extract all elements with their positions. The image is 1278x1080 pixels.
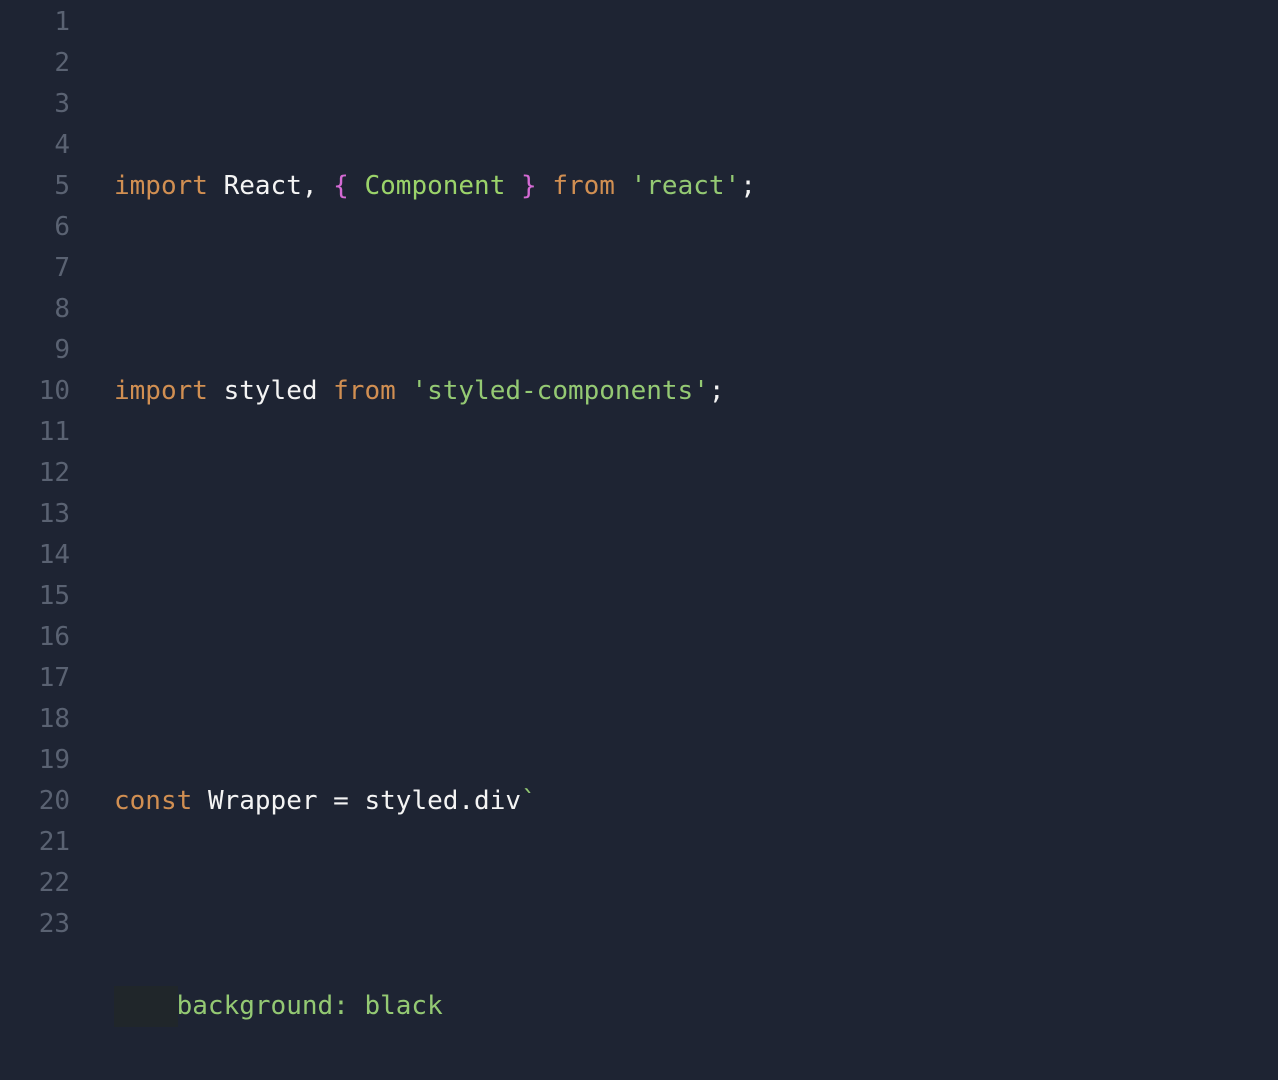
line-number: 10 [0, 371, 90, 412]
string-literal: 'styled-components' [411, 376, 708, 406]
code-line[interactable]: background: black [114, 986, 1278, 1027]
line-number-gutter: 1234567891011121314151617181920212223 [0, 0, 90, 1080]
template-string: background: black [177, 991, 443, 1021]
line-number: 8 [0, 289, 90, 330]
backtick: ` [521, 786, 537, 816]
line-number: 19 [0, 740, 90, 781]
code-area[interactable]: import React, { Component } from 'react'… [90, 0, 1278, 1080]
identifier: Wrapper [208, 786, 318, 816]
brace-close: } [505, 171, 536, 201]
line-number: 15 [0, 576, 90, 617]
line-number: 16 [0, 617, 90, 658]
identifier-component: Component [364, 171, 505, 201]
line-number: 12 [0, 453, 90, 494]
code-line[interactable]: import React, { Component } from 'react'… [114, 166, 1278, 207]
code-editor[interactable]: 1234567891011121314151617181920212223 im… [0, 0, 1278, 1080]
line-number: 9 [0, 330, 90, 371]
string-literal: 'react' [631, 171, 741, 201]
brace-open: { [333, 171, 364, 201]
line-number: 17 [0, 658, 90, 699]
line-number: 13 [0, 494, 90, 535]
line-number: 6 [0, 207, 90, 248]
keyword-from: from [537, 171, 631, 201]
line-number: 14 [0, 535, 90, 576]
code-line[interactable]: const Wrapper = styled.div` [114, 781, 1278, 822]
line-number: 18 [0, 699, 90, 740]
line-number: 3 [0, 84, 90, 125]
identifier: React [224, 171, 302, 201]
code-line[interactable]: import styled from 'styled-components'; [114, 371, 1278, 412]
line-number: 5 [0, 166, 90, 207]
code-line[interactable] [114, 576, 1278, 617]
line-number: 4 [0, 125, 90, 166]
line-number: 1 [0, 2, 90, 43]
keyword-import: import [114, 171, 208, 201]
line-number: 22 [0, 863, 90, 904]
line-number: 21 [0, 822, 90, 863]
line-number: 11 [0, 412, 90, 453]
line-number: 7 [0, 248, 90, 289]
line-number: 20 [0, 781, 90, 822]
keyword-import: import [114, 376, 208, 406]
keyword-const: const [114, 786, 192, 816]
keyword-from: from [333, 376, 396, 406]
line-number: 23 [0, 904, 90, 945]
line-number: 2 [0, 43, 90, 84]
identifier: styled [224, 376, 318, 406]
member-expr: styled.div [364, 786, 521, 816]
